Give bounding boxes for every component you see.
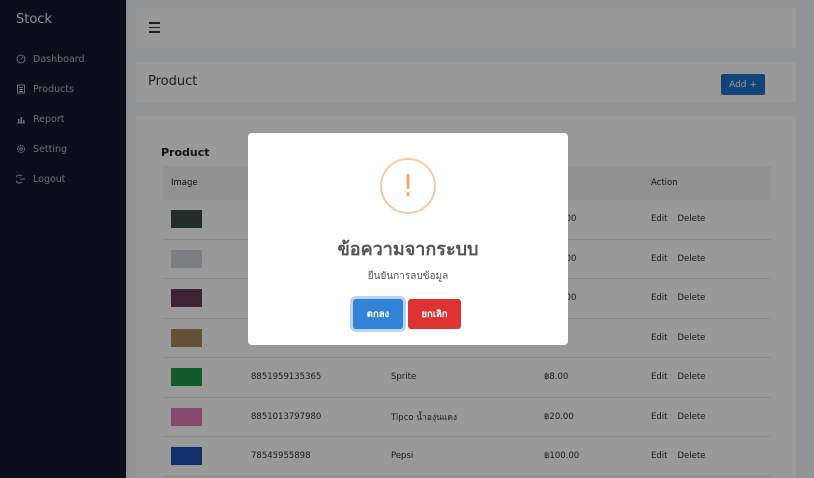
confirm-dialog: ! ข้อความจากระบบ ยืนยันการลบข้อมูล ตกลง …	[248, 133, 568, 345]
confirm-button[interactable]: ตกลง	[353, 299, 403, 329]
cancel-button[interactable]: ยกเลิก	[408, 299, 461, 329]
dialog-message: ยืนยันการลบข้อมูล	[367, 271, 449, 282]
warning-icon: !	[380, 158, 436, 214]
dialog-title: ข้อความจากระบบ	[337, 239, 479, 260]
